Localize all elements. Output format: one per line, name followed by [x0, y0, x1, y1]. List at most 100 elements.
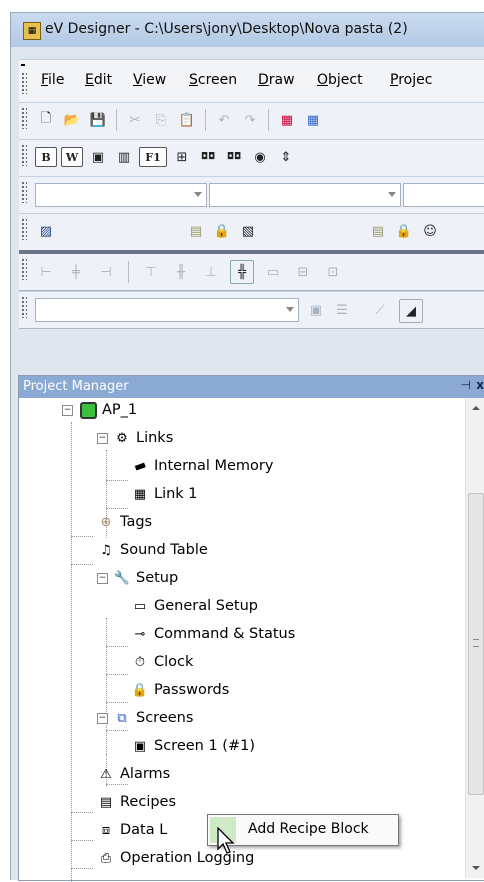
object-combo[interactable]	[35, 298, 299, 322]
toolbar-grip[interactable]	[21, 296, 27, 318]
user-icon[interactable]: ☺	[419, 220, 441, 242]
properties-icon[interactable]: ▣	[305, 299, 327, 321]
toolbar-grip[interactable]	[21, 107, 27, 129]
scroll-up-icon[interactable]	[472, 406, 480, 410]
group-icon[interactable]: ⊡	[322, 261, 344, 283]
fill-icon[interactable]: ◢	[399, 299, 423, 323]
tree-line	[106, 702, 128, 703]
table-icon[interactable]: ⊞	[171, 146, 193, 168]
align-right-icon[interactable]: ⊣	[95, 261, 117, 283]
align-bottom-icon[interactable]: ⊥	[200, 261, 222, 283]
grid-icon-2[interactable]: ▤	[367, 220, 389, 242]
tree-node-passwords[interactable]: 🔒 Passwords	[131, 678, 229, 702]
cut-icon[interactable]: ✂	[124, 109, 146, 131]
new-file-icon[interactable]: 🗋	[35, 109, 57, 131]
style-combo[interactable]	[403, 183, 484, 207]
menu-draw[interactable]: Draw	[258, 72, 295, 88]
function-key-button[interactable]: F1	[139, 147, 167, 167]
radio-icon[interactable]: ◉	[249, 146, 271, 168]
menu-file[interactable]: File	[41, 72, 64, 88]
paste-icon[interactable]: 📋	[176, 109, 198, 131]
redo-icon[interactable]: ↷	[239, 109, 261, 131]
scroll-thumb[interactable]	[468, 493, 484, 795]
menu-screen[interactable]: Screen	[189, 72, 237, 88]
add-screen-icon[interactable]: ▦	[276, 109, 298, 131]
chart-icon[interactable]: ▨	[35, 220, 57, 242]
grid-icon[interactable]: ▤	[185, 220, 207, 242]
align-middle-icon[interactable]: ╫	[170, 261, 192, 283]
tree-node-command-status[interactable]: ⊸ Command & Status	[131, 622, 296, 646]
toolbar-grip[interactable]	[21, 144, 27, 166]
wrench-icon: 🔧	[113, 570, 131, 586]
collapse-toggle[interactable]: −	[62, 405, 73, 416]
screen-list-icon[interactable]: ▦	[302, 109, 324, 131]
open-folder-icon[interactable]: 📂	[61, 109, 83, 131]
menu-view[interactable]: View	[133, 72, 166, 88]
bit-button[interactable]: B	[35, 147, 57, 167]
lock-icon[interactable]: 🔒	[211, 220, 233, 242]
grip-mark	[21, 64, 25, 66]
book-icon[interactable]: ▧	[237, 220, 259, 242]
word-button[interactable]: W	[61, 147, 83, 167]
tree-node-screen1[interactable]: ▣ Screen 1 (#1)	[131, 734, 255, 758]
tree-node-link1[interactable]: ▦ Link 1	[131, 482, 198, 506]
tree-node-tags[interactable]: ⊕ Tags	[97, 510, 153, 534]
list-icon[interactable]: ☰	[331, 299, 353, 321]
tree-node-sound-table[interactable]: ♫ Sound Table	[97, 538, 208, 562]
display-icon[interactable]: ▣	[87, 146, 109, 168]
tree-node-ap[interactable]: AP_1	[79, 398, 137, 422]
toolbar-grip[interactable]	[21, 181, 27, 203]
center-icon[interactable]: ╬	[230, 260, 254, 284]
lock-icon-2[interactable]: 🔒	[393, 220, 415, 242]
tree-node-setup[interactable]: 🔧 Setup	[113, 566, 178, 590]
menu-project[interactable]: Projec	[390, 72, 432, 88]
tree-line	[71, 840, 93, 841]
pin-icon[interactable]: ⊣	[461, 378, 471, 392]
align-left-icon[interactable]: ⊢	[35, 261, 57, 283]
scroll-down-icon[interactable]	[472, 866, 480, 870]
undo-icon[interactable]: ↶	[213, 109, 235, 131]
slider-icon[interactable]: ◘◘	[197, 146, 219, 168]
tree-node-clock[interactable]: ⏱ Clock	[131, 650, 193, 674]
tree-line	[106, 730, 128, 731]
toolbar-grip[interactable]	[21, 258, 27, 280]
collapse-toggle[interactable]: −	[97, 713, 108, 724]
align-top-icon[interactable]: ⊤	[140, 261, 162, 283]
save-icon[interactable]: 💾	[87, 109, 109, 131]
copy-icon[interactable]: ⎘	[150, 109, 172, 131]
tree-label: Clock	[154, 654, 194, 670]
tree-label: Internal Memory	[154, 458, 274, 474]
tree-label: General Setup	[154, 598, 258, 614]
size-combo[interactable]	[209, 183, 401, 207]
menubar-grip[interactable]	[21, 72, 27, 94]
tree-label: Sound Table	[120, 542, 208, 558]
updown-icon[interactable]: ⇕	[275, 146, 297, 168]
close-icon[interactable]: x	[476, 378, 484, 392]
tree-node-data-logging[interactable]: ⧈ Data L	[97, 818, 167, 842]
menu-bar: File Edit View Screen Draw Object Projec	[19, 59, 484, 103]
general-setup-icon: ▭	[133, 598, 147, 614]
tree-node-general-setup[interactable]: ▭ General Setup	[131, 594, 258, 618]
memory-chip-icon: ▬	[131, 456, 149, 476]
add-recipe-block-item[interactable]: Add Recipe Block	[248, 821, 369, 837]
calendar-icon[interactable]: ▥	[113, 146, 135, 168]
menu-object[interactable]: Object	[317, 72, 363, 88]
spin-icon[interactable]: ◘◘	[223, 146, 245, 168]
collapse-toggle[interactable]: −	[97, 433, 108, 444]
alarm-icon: ⚠	[100, 766, 112, 782]
menu-edit[interactable]: Edit	[85, 72, 112, 88]
tree-node-recipes[interactable]: ▤ Recipes	[97, 790, 176, 814]
collapse-toggle[interactable]: −	[97, 573, 108, 584]
toolbar-grip[interactable]	[21, 218, 27, 240]
align-center-icon[interactable]: ╪	[65, 261, 87, 283]
space-v-icon[interactable]: ⊟	[292, 261, 314, 283]
font-toolbar	[19, 176, 484, 214]
brush-icon[interactable]: ⟋	[369, 299, 391, 321]
tree-node-links[interactable]: ⚙ Links	[113, 426, 173, 450]
space-h-icon[interactable]: ▭	[262, 261, 284, 283]
tree-node-screens[interactable]: ⧉ Screens	[113, 706, 193, 730]
vertical-scrollbar[interactable]	[465, 398, 484, 878]
tree-node-alarms[interactable]: ⚠ Alarms	[97, 762, 170, 786]
tree-node-internal-memory[interactable]: ▬ Internal Memory	[131, 454, 274, 478]
font-combo[interactable]	[35, 183, 207, 207]
